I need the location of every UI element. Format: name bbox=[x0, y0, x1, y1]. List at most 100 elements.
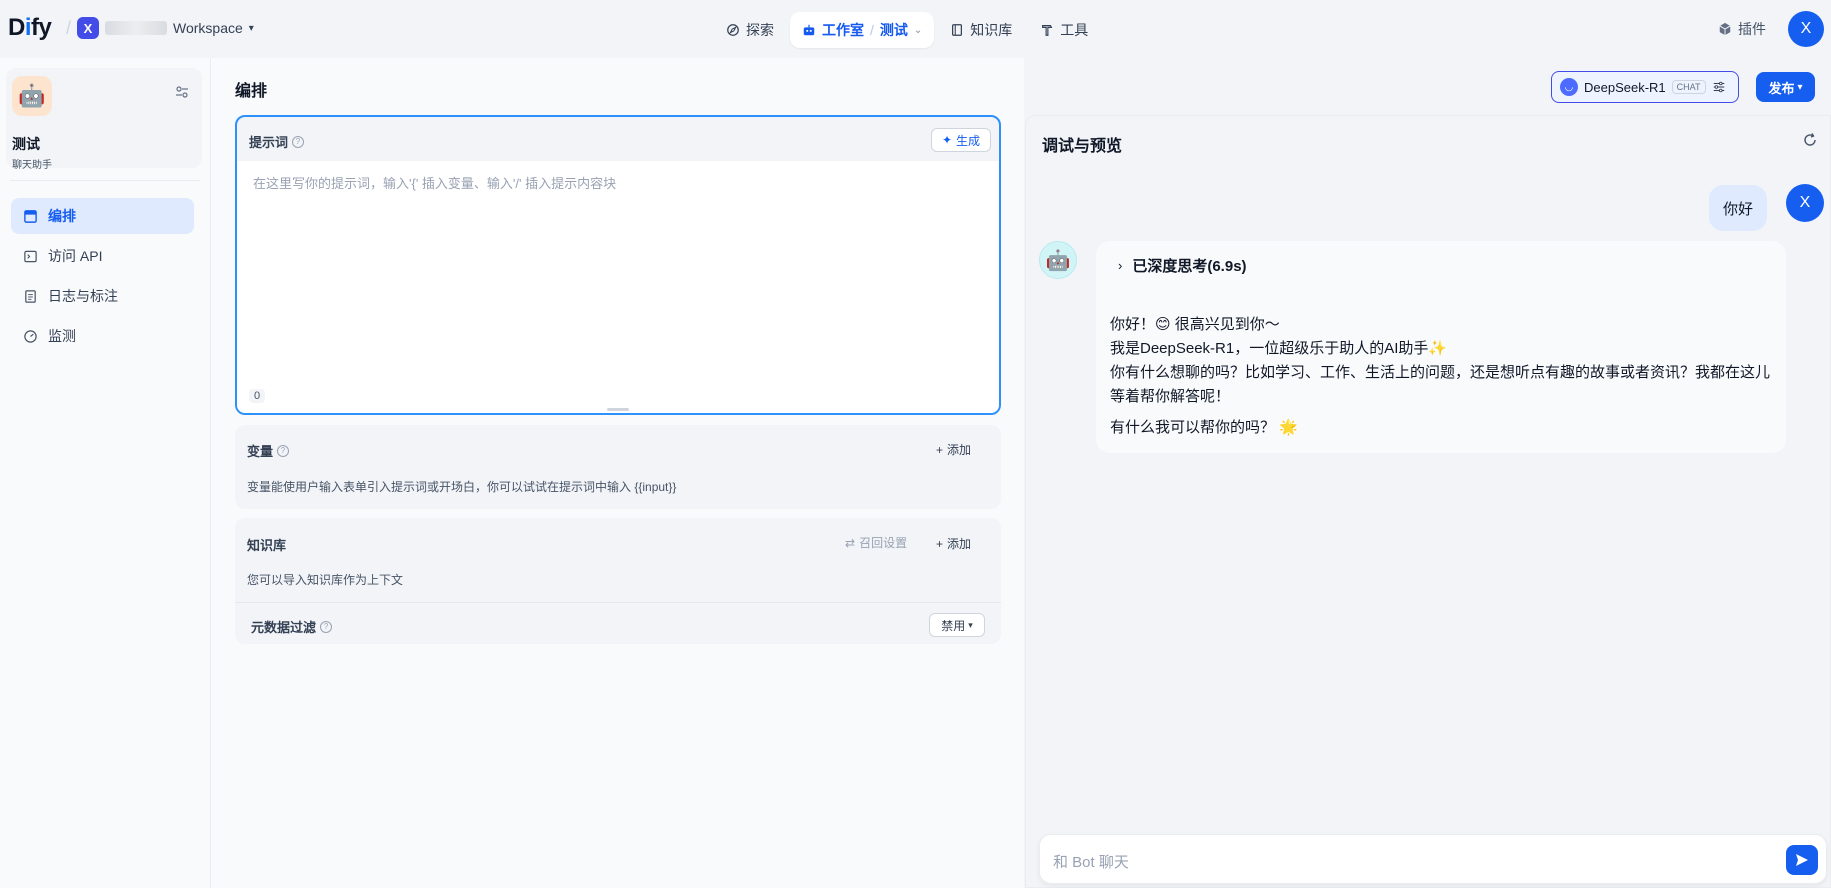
add-variable-button[interactable]: + 添加 bbox=[936, 441, 971, 458]
nav-tools-label: 工具 bbox=[1060, 22, 1089, 38]
sparkle-icon: ✦ bbox=[941, 133, 953, 147]
help-icon[interactable]: ? bbox=[320, 620, 333, 633]
bot-message-line: 你有什么想聊的吗？比如学习、工作、生活上的问题，还是想听点有趣的故事或者资讯？我… bbox=[1110, 364, 1771, 381]
variables-description: 变量能使用户输入表单引入提示词或开场白，你可以试试在提示词中输入 {{input… bbox=[247, 480, 677, 494]
recall-settings-label: 召回设置 bbox=[859, 536, 908, 550]
plus-icon: + bbox=[936, 442, 944, 457]
book-icon bbox=[952, 24, 963, 36]
variables-section: 变量 ? + 添加 变量能使用户输入表单引入提示词或开场白，你可以试试在提示词中… bbox=[235, 425, 1001, 509]
user-message-text: 你好 bbox=[1723, 200, 1754, 218]
nav-knowledge-label: 知识库 bbox=[970, 22, 1013, 38]
prompt-editor-card: 提示词 ? ✦ 生成 在这里写你的提示词，输入'{' 插入变量、输入'/' 插入… bbox=[235, 115, 1001, 415]
generate-prompt-button[interactable]: ✦ 生成 bbox=[931, 128, 991, 152]
nav-app-label[interactable]: 测试 bbox=[880, 20, 908, 40]
prompt-char-count: 0 bbox=[249, 389, 266, 403]
bot-message-line: 有什么我可以帮你的吗？ 🌟 bbox=[1110, 419, 1298, 436]
sidebar-item-api[interactable]: 访问 API bbox=[11, 238, 194, 274]
cube-icon bbox=[1719, 22, 1731, 36]
variables-label-text: 变量 bbox=[247, 444, 274, 459]
main-nav: 探索 工作室 / 测试 ⌄ 知识库 工具 bbox=[714, 12, 1100, 48]
logo-separator: / bbox=[66, 18, 72, 38]
plus-icon: + bbox=[936, 536, 944, 551]
prompt-placeholder: 在这里写你的提示词，输入'{' 插入变量、输入'/' 插入提示内容块 bbox=[253, 176, 617, 191]
publish-button[interactable]: 发布 ▾ bbox=[1756, 72, 1815, 102]
nav-studio[interactable]: 工作室 / 测试 ⌄ bbox=[790, 12, 935, 48]
publish-label: 发布 bbox=[1768, 80, 1795, 96]
plugins-label: 插件 bbox=[1738, 21, 1766, 37]
chat-user-avatar: X bbox=[1786, 184, 1824, 222]
workspace-badge: X bbox=[77, 17, 99, 39]
sidebar-item-label: 监测 bbox=[48, 328, 76, 344]
knowledge-section: 知识库 ⇄ 召回设置 + 添加 您可以导入知识库作为上下文 元数据过滤 ? 禁用… bbox=[235, 518, 1001, 644]
nav-tools[interactable]: 工具 bbox=[1028, 12, 1100, 48]
workspace-blurred-name bbox=[105, 21, 167, 35]
dashboard-icon bbox=[24, 329, 37, 343]
debug-preview-panel: 调试与预览 你好 X 🤖 › 已深度思考(6.9s) 你好！😊 很高兴见到你～ … bbox=[1025, 115, 1831, 888]
model-mode-tag: CHAT bbox=[1671, 80, 1706, 94]
nav-explore[interactable]: 探索 bbox=[714, 12, 786, 48]
resize-handle[interactable] bbox=[607, 408, 629, 411]
model-selector-button[interactable]: ◡ DeepSeek-R1 CHAT bbox=[1551, 71, 1739, 103]
sidebar-item-monitor[interactable]: 监测 bbox=[11, 318, 194, 354]
debug-title: 调试与预览 bbox=[1042, 138, 1123, 155]
terminal-icon bbox=[24, 250, 37, 262]
app-sidebar: 🤖 测试 聊天助手 编排 访问 API 日志与标注 监测 bbox=[0, 58, 211, 888]
sidebar-item-label: 日志与标注 bbox=[48, 288, 118, 304]
app-type: 聊天助手 bbox=[12, 160, 52, 171]
metadata-filter-label: 元数据过滤 ? bbox=[251, 617, 333, 636]
app-info-card[interactable]: 🤖 测试 聊天助手 bbox=[6, 68, 202, 171]
chat-input-placeholder: 和 Bot 聊天 bbox=[1053, 854, 1129, 871]
bot-avatar-icon: 🤖 bbox=[1039, 241, 1077, 279]
add-variable-label: 添加 bbox=[947, 443, 972, 457]
workspace-name: Workspace bbox=[173, 20, 243, 36]
metadata-filter-value: 禁用 bbox=[941, 618, 966, 633]
send-icon bbox=[1796, 854, 1808, 866]
layout-icon bbox=[24, 209, 37, 223]
sidebar-item-orchestrate[interactable]: 编排 bbox=[11, 198, 194, 234]
help-icon[interactable]: ? bbox=[277, 444, 290, 457]
help-icon[interactable]: ? bbox=[292, 135, 305, 148]
prompt-label: 提示词 ? bbox=[249, 132, 305, 151]
user-avatar[interactable]: X bbox=[1788, 11, 1824, 47]
plugins-button[interactable]: 插件 bbox=[1718, 19, 1766, 39]
nav-explore-label: 探索 bbox=[746, 22, 774, 38]
sidebar-item-label: 访问 API bbox=[48, 248, 103, 264]
recall-settings-button[interactable]: ⇄ 召回设置 bbox=[845, 534, 907, 551]
bot-message-line: 等着帮你解答呢！ bbox=[1110, 388, 1231, 405]
compass-icon bbox=[727, 24, 739, 36]
dify-logo[interactable]: Dify bbox=[8, 14, 52, 42]
deepseek-icon: ◡ bbox=[1560, 78, 1578, 96]
top-navigation-bar: Dify / X Workspace ▾ 探索 工作室 / 测试 ⌄ 知识库 工… bbox=[0, 0, 1831, 58]
settings-sliders-icon[interactable] bbox=[174, 84, 190, 100]
thinking-toggle[interactable]: › 已深度思考(6.9s) bbox=[1118, 255, 1247, 276]
robot-emoji-icon: 🤖 bbox=[12, 76, 52, 116]
page-title: 编排 bbox=[235, 83, 268, 100]
nav-knowledge[interactable]: 知识库 bbox=[938, 12, 1024, 48]
chevron-down-icon: ▾ bbox=[968, 619, 973, 630]
app-title: 测试 bbox=[12, 136, 40, 152]
add-knowledge-label: 添加 bbox=[947, 537, 972, 551]
chevron-down-icon[interactable]: ⌄ bbox=[914, 25, 922, 36]
sidebar-item-logs[interactable]: 日志与标注 bbox=[11, 278, 194, 314]
thinking-label: 已深度思考(6.9s) bbox=[1132, 258, 1247, 275]
section-divider bbox=[235, 602, 1001, 603]
knowledge-label: 知识库 bbox=[247, 538, 287, 553]
bot-message: › 已深度思考(6.9s) 你好！😊 很高兴见到你～ 我是DeepSeek-R1… bbox=[1096, 241, 1786, 453]
user-message: 你好 bbox=[1709, 185, 1768, 231]
logo-text-d: D bbox=[8, 14, 25, 41]
workspace-switcher[interactable]: X Workspace ▾ bbox=[77, 17, 254, 39]
generate-label: 生成 bbox=[956, 133, 981, 148]
prompt-input[interactable]: 在这里写你的提示词，输入'{' 插入变量、输入'/' 插入提示内容块 0 bbox=[237, 161, 999, 413]
chevron-right-icon: › bbox=[1118, 258, 1123, 273]
file-list-icon bbox=[25, 289, 36, 303]
send-button[interactable] bbox=[1786, 845, 1818, 875]
prompt-label-text: 提示词 bbox=[249, 135, 289, 150]
refresh-icon[interactable] bbox=[1802, 132, 1818, 148]
add-knowledge-button[interactable]: + 添加 bbox=[936, 535, 971, 552]
recall-settings-icon: ⇄ bbox=[845, 535, 856, 550]
chevron-down-icon: ▾ bbox=[248, 22, 254, 34]
hammer-icon bbox=[1042, 25, 1053, 36]
bot-message-line: 你好！😊 很高兴见到你～ bbox=[1110, 316, 1280, 333]
chat-input[interactable]: 和 Bot 聊天 bbox=[1039, 834, 1827, 884]
metadata-filter-select[interactable]: 禁用 ▾ bbox=[929, 613, 985, 637]
